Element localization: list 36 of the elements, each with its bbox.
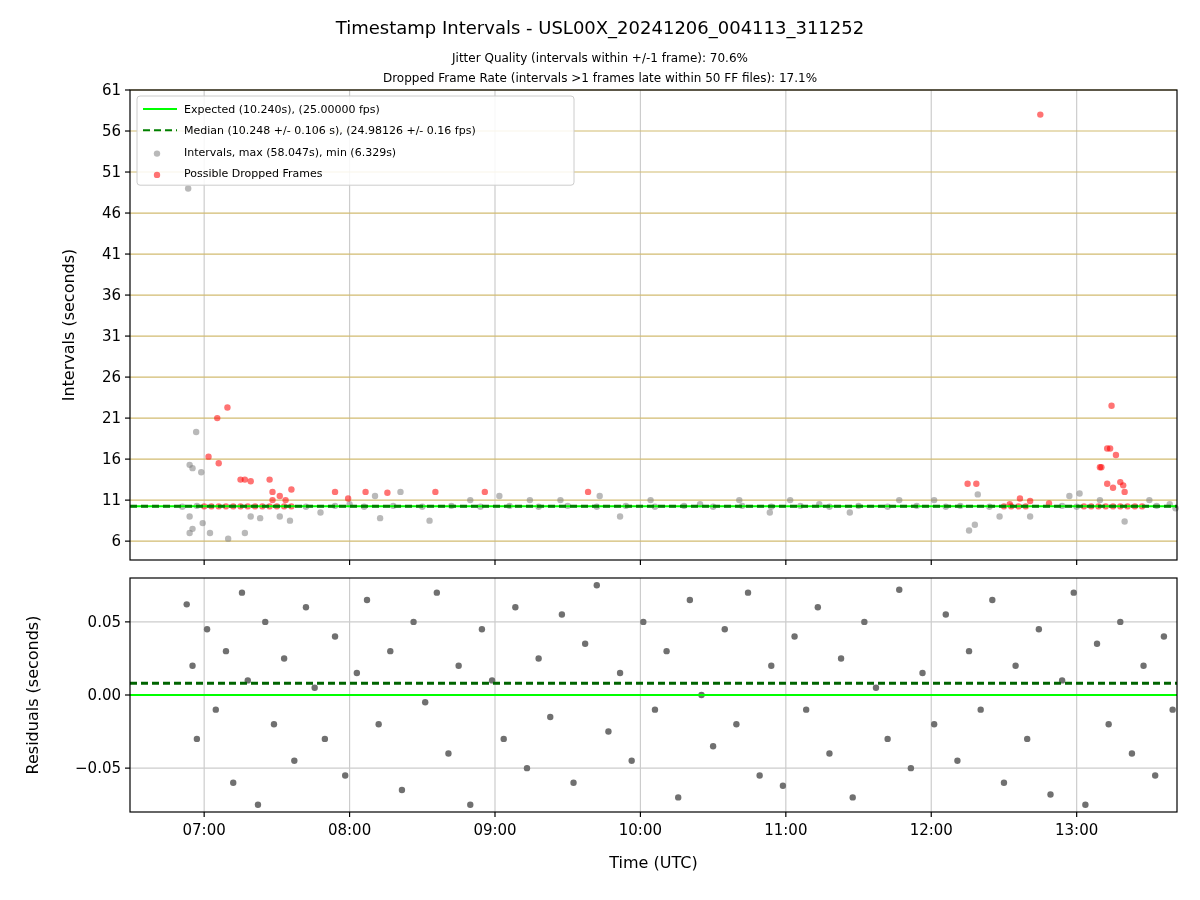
figure-subtitle: Dropped Frame Rate (intervals >1 frames late within 50 FF files): 17.1% [382, 70, 818, 87]
axis-tick-label: 12:00 [909, 821, 953, 839]
axis-label: Time (UTC) [609, 853, 698, 872]
axis-tick-label: 36 [101, 286, 121, 305]
axis-tick-label: 51 [101, 163, 121, 181]
legend-label: Possible Dropped Frames [184, 166, 323, 180]
legend-marker-icon [153, 171, 161, 179]
axis-label: Residuals (seconds) [23, 615, 42, 775]
axis-tick-label: 6 [111, 532, 121, 551]
axis-tick-label: 41 [101, 245, 121, 264]
figure-title: Timestamp Intervals - USL00X_20241206_004113_311252 [335, 16, 865, 40]
axis-tick-label: 46 [101, 204, 121, 223]
axis-tick-label: −0.05 [75, 759, 121, 778]
axis-tick-label: 56 [101, 122, 121, 140]
legend-line-icon [142, 129, 178, 132]
axis-label: Intervals (seconds) [59, 248, 78, 402]
axis-tick-label: 11 [101, 491, 121, 510]
legend-label: Median (10.248 +/- 0.106 s), (24.98126 +/- 0.16 fps) [184, 124, 476, 138]
axis-tick-label: 26 [101, 368, 121, 387]
axis-tick-label: 13:00 [1055, 821, 1099, 839]
legend-label: Intervals, max (58.047s), min (6.329s) [184, 145, 397, 159]
legend-label: Expected (10.240s), (25.00000 fps) [184, 103, 380, 116]
axis-tick-label: 08:00 [327, 821, 372, 839]
axis-tick-label: 61 [101, 81, 121, 99]
axis-tick-label: 21 [101, 409, 121, 428]
axis-tick-label: 11:00 [764, 821, 808, 839]
axis-tick-label: 0.05 [87, 612, 121, 631]
axis-tick-label: 0.00 [87, 686, 121, 704]
legend-line-icon [142, 108, 178, 110]
legend-marker-icon [153, 150, 161, 157]
axis-tick-label: 16 [101, 450, 121, 469]
figure-subtitle: Jitter Quality (intervals within +/-1 frame): 70.6% [452, 50, 748, 67]
axis-tick-label: 07:00 [182, 821, 226, 839]
axis-tick-label: 10:00 [618, 821, 663, 839]
axis-tick-label: 09:00 [473, 821, 517, 839]
axis-tick-label: 31 [101, 327, 121, 346]
